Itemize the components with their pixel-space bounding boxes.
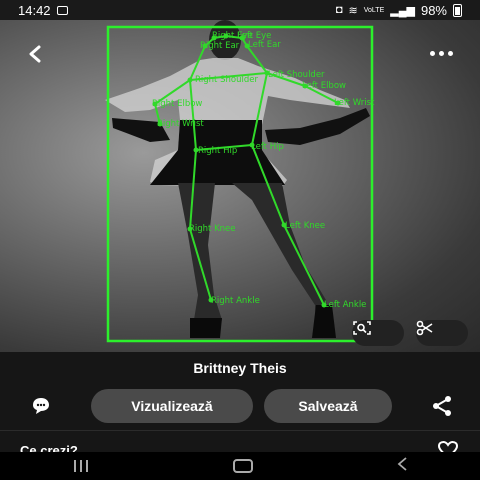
label-left-elbow: Left Elbow (302, 81, 346, 91)
comment-icon (33, 398, 49, 414)
share-icon (433, 396, 451, 416)
status-time: 14:42 (18, 2, 51, 18)
status-right: ◘ ≋ VoLTE ▂▄▆ 98% (336, 3, 462, 18)
battery-percent: 98% (420, 2, 447, 18)
alarm-icon: ◘ (335, 4, 343, 16)
label-left-shoulder: Left Shoulder (268, 70, 325, 80)
photo-area[interactable]: Right Eye Left Eye Right Ear Left Ear Ri… (0, 20, 480, 352)
label-right-hip: Right Hip (198, 146, 237, 156)
label-left-knee: Left Knee (285, 221, 325, 231)
signal-icon: ▂▄▆ (390, 4, 415, 17)
share-button[interactable] (430, 394, 454, 418)
label-right-wrist: Right Wrist (157, 119, 204, 129)
recent-apps-button[interactable] (72, 460, 90, 472)
status-bar: 14:42 ◘ ≋ VoLTE ▂▄▆ 98% (0, 0, 480, 20)
label-right-shoulder: Right Shoulder (195, 75, 258, 85)
divider (0, 430, 480, 431)
label-right-ankle: Right Ankle (211, 296, 260, 306)
pin-title: Brittney Theis (193, 360, 287, 376)
scissors-icon (416, 320, 433, 336)
pose-photo: Right Eye Left Eye Right Ear Left Ear Ri… (105, 20, 375, 343)
save-button[interactable]: Salvează (264, 389, 392, 423)
battery-icon (453, 3, 462, 17)
comment-button[interactable] (29, 394, 53, 418)
more-horizontal-icon (430, 50, 435, 56)
action-bar: Vizualizează Salvează (0, 389, 480, 425)
pin-detail-panel: Brittney Theis Vizualizează Salvează Ce … (0, 352, 480, 459)
wifi-icon: ≋ (348, 4, 358, 17)
system-nav-bar (0, 452, 480, 480)
lens-scan-icon (353, 321, 371, 335)
label-left-ear: Left Ear (248, 40, 281, 50)
system-back-button[interactable] (396, 456, 408, 476)
label-left-hip: Left Hip (251, 142, 284, 152)
label-right-elbow: Right Elbow (152, 99, 202, 109)
view-button[interactable]: Vizualizează (91, 389, 253, 423)
label-left-wrist: Left Wrist (334, 98, 375, 108)
chevron-left-icon (29, 45, 41, 63)
label-left-ankle: Left Ankle (324, 300, 366, 310)
label-right-knee: Right Knee (189, 224, 236, 234)
person-figure (105, 20, 370, 338)
back-arrow-icon (397, 456, 407, 471)
visual-search-button[interactable] (352, 320, 404, 346)
status-left: 14:42 (18, 3, 68, 18)
volte-label: VoLTE (363, 6, 385, 14)
more-options-button[interactable] (430, 44, 456, 62)
label-right-ear: Right Ear (200, 41, 240, 51)
gallery-notification-icon (56, 5, 68, 15)
cutout-button[interactable] (416, 320, 468, 346)
home-button[interactable] (232, 459, 253, 473)
back-button[interactable] (22, 42, 46, 66)
